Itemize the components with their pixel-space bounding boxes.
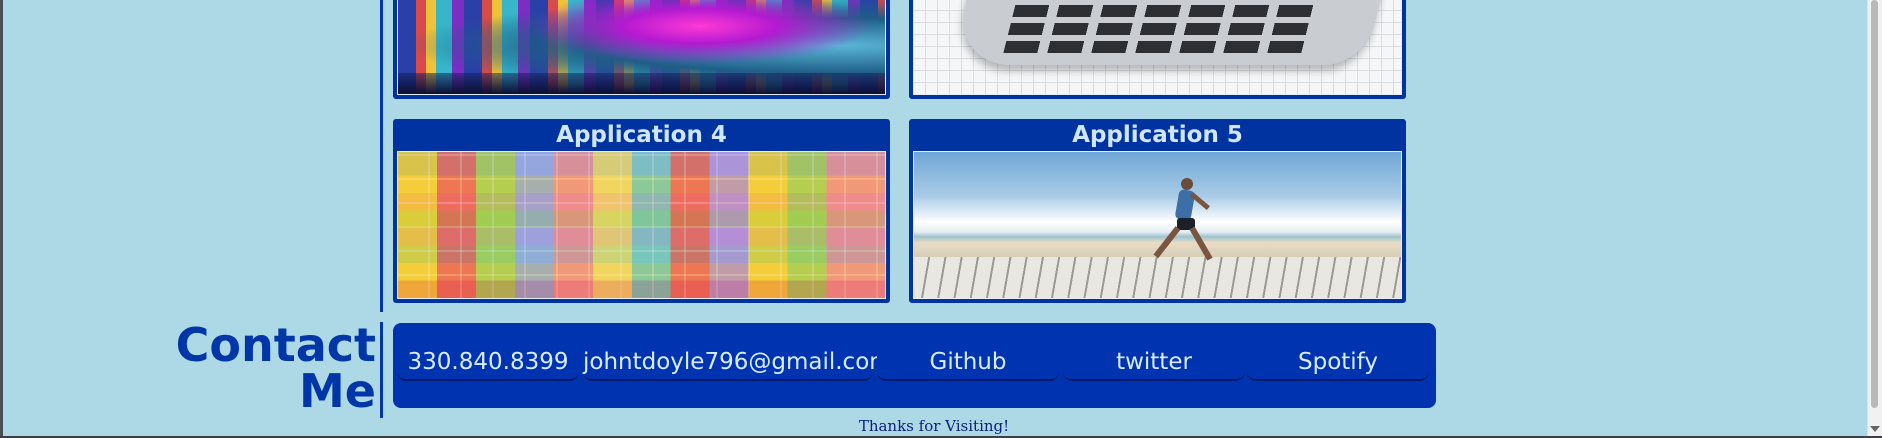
contact-divider <box>380 322 383 418</box>
spotify-link[interactable]: Spotify <box>1247 343 1429 381</box>
puzzle-image <box>397 151 886 299</box>
contact-heading: Contact Me <box>176 322 376 414</box>
scroll-down-arrow-icon[interactable] <box>1870 426 1880 432</box>
media-screens-image <box>397 0 886 95</box>
beach-runner-image <box>913 151 1402 299</box>
email-link[interactable]: johntdoyle796@gmail.com <box>583 343 892 381</box>
app-card-3[interactable] <box>393 0 890 99</box>
app-card-calculator[interactable] <box>909 0 1406 99</box>
app-card-5[interactable]: Application 5 <box>909 119 1406 303</box>
vertical-scrollbar[interactable] <box>1867 0 1882 436</box>
calculator-image <box>913 0 1402 95</box>
app-card-4[interactable]: Application 4 <box>393 119 890 303</box>
phone-link[interactable]: 330.840.8399 <box>397 343 579 381</box>
contact-bar: 330.840.8399 johntdoyle796@gmail.com Git… <box>393 323 1436 408</box>
footer-thanks: Thanks for Visiting! <box>858 417 1010 435</box>
contact-heading-line2: Me <box>299 364 376 418</box>
calculator-keys <box>1002 0 1327 53</box>
runner-figure <box>1153 178 1213 268</box>
window-edge <box>0 0 3 438</box>
github-link[interactable]: Github <box>877 343 1059 381</box>
boardwalk <box>914 257 1401 298</box>
app-title: Application 4 <box>556 122 727 148</box>
scrollbar-thumb[interactable] <box>1871 0 1878 408</box>
twitter-link[interactable]: twitter <box>1063 343 1245 381</box>
section-divider <box>380 0 383 312</box>
calculator-body <box>949 0 1390 65</box>
app-title: Application 5 <box>1072 122 1243 148</box>
